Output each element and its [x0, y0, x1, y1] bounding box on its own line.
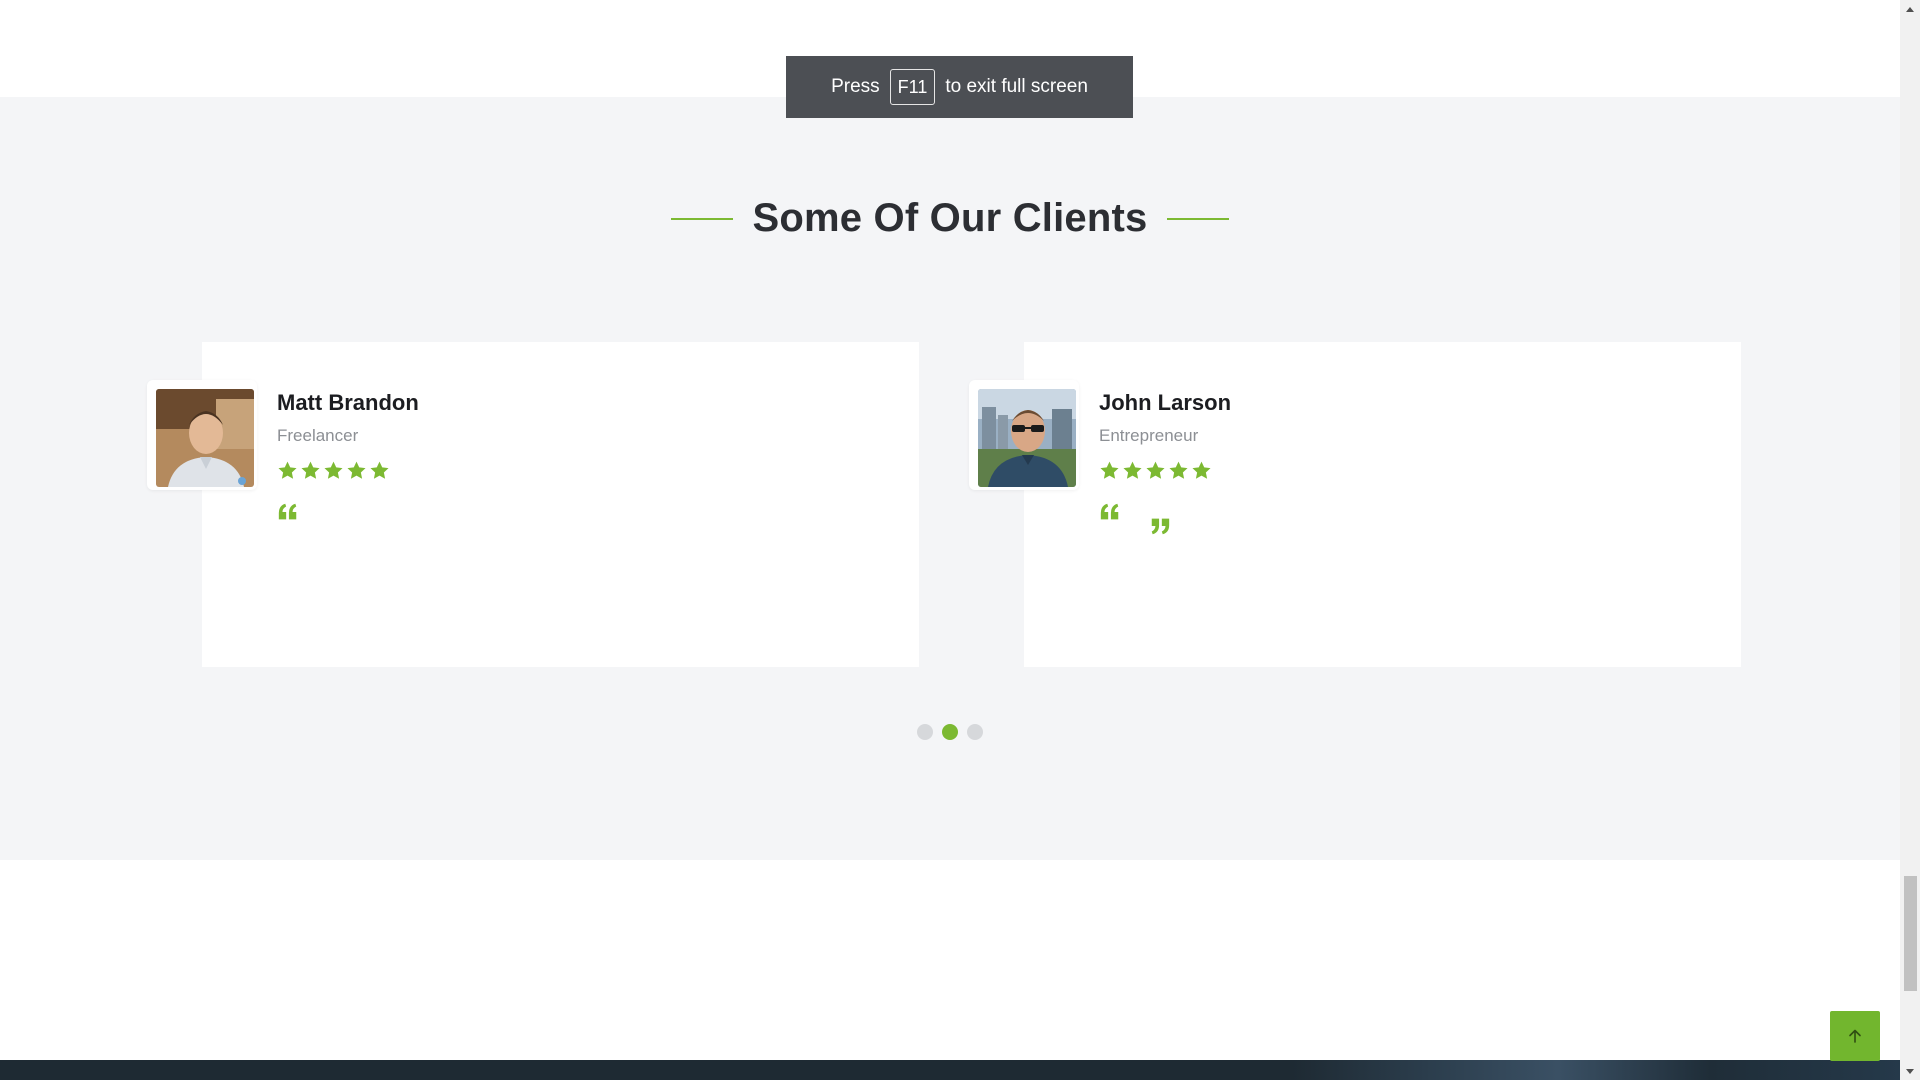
person-portrait-icon [156, 389, 254, 487]
star-icon [370, 461, 389, 479]
heading-left-divider [670, 217, 733, 220]
star-icon [347, 461, 366, 479]
spacer-area [0, 860, 1900, 1060]
client-name: John Larson [1099, 390, 1232, 415]
client-role: Entrepreneur [1099, 426, 1199, 445]
page-scrollbar[interactable] [1900, 0, 1920, 1080]
star-icon [1192, 461, 1211, 479]
back-to-top-button[interactable] [1830, 1011, 1880, 1061]
avatar-frame [147, 380, 257, 490]
slider-dot-2[interactable] [942, 724, 958, 740]
person-portrait-icon [978, 389, 1076, 487]
footer-banner [0, 1060, 1900, 1080]
slider-pagination [0, 724, 1900, 740]
star-icon [1169, 461, 1188, 479]
fullscreen-notice: Press F11 to exit full screen [786, 56, 1133, 118]
scroll-up-arrow-icon[interactable] [1900, 0, 1920, 17]
quote-open-icon [1100, 503, 1119, 520]
section-heading: Some Of Our Clients [0, 196, 1900, 241]
fullscreen-notice-suffix: to exit full screen [945, 76, 1088, 97]
star-icon [1123, 461, 1142, 479]
quote-close-icon [1151, 518, 1170, 535]
star-rating [1099, 460, 1231, 481]
star-icon [301, 461, 320, 479]
client-role: Freelancer [277, 426, 359, 445]
slider-dot-3[interactable] [967, 724, 983, 740]
heading-right-divider [1167, 217, 1230, 220]
slider-dot-1[interactable] [917, 724, 933, 740]
star-icon [1146, 461, 1165, 479]
avatar [156, 389, 254, 487]
avatar [978, 389, 1076, 487]
fullscreen-notice-prefix: Press [831, 76, 880, 97]
star-icon [324, 461, 343, 479]
quote-marks [277, 501, 419, 541]
testimonial-body: John Larson Entrepreneur [1099, 390, 1231, 541]
avatar-frame [969, 380, 1079, 490]
quote-marks [1099, 501, 1231, 541]
arrow-up-icon [1849, 1029, 1861, 1043]
client-name: Matt Brandon [277, 390, 419, 415]
quote-open-icon [278, 503, 297, 520]
section-title: Some Of Our Clients [752, 196, 1148, 240]
testimonial-card: John Larson Entrepreneur [969, 342, 1741, 667]
testimonial-card: Matt Brandon Freelancer [147, 342, 919, 667]
star-icon [278, 461, 297, 479]
star-icon [1100, 461, 1119, 479]
star-rating [277, 460, 419, 481]
scrollbar-thumb[interactable] [1904, 876, 1917, 991]
testimonial-body: Matt Brandon Freelancer [277, 390, 419, 541]
scroll-down-arrow-icon[interactable] [1900, 1063, 1920, 1080]
f11-key-label: F11 [889, 69, 936, 105]
